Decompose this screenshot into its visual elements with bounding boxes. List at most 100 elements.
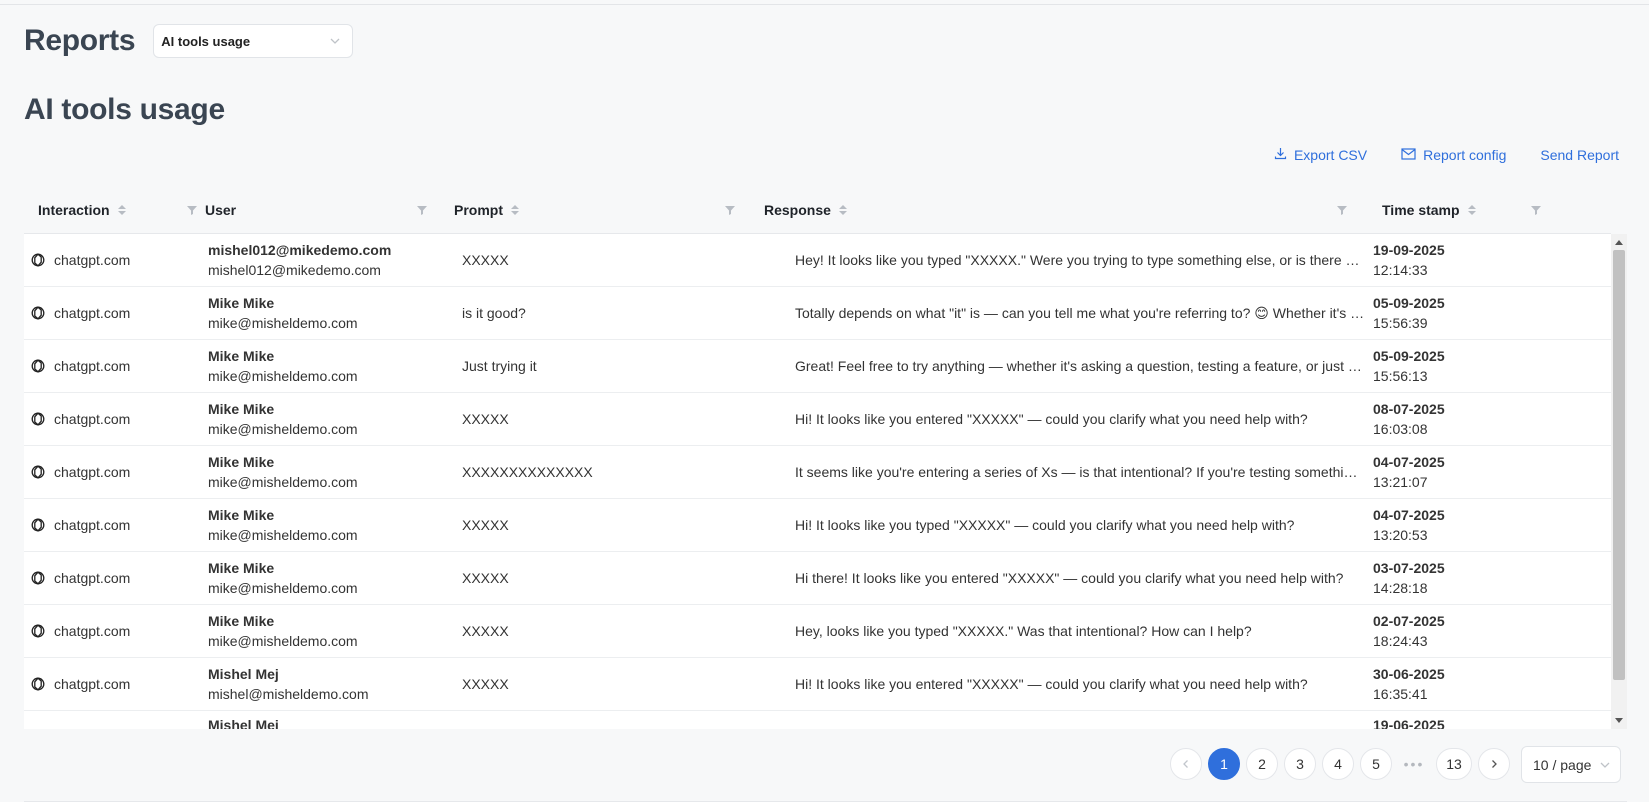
report-type-select[interactable]: AI tools usage — [153, 24, 354, 58]
interaction-cell: chatgpt.com — [24, 393, 208, 445]
openai-icon — [30, 411, 46, 427]
sort-icon[interactable] — [117, 204, 126, 215]
pagination-ellipsis[interactable]: ••• — [1398, 748, 1430, 780]
table-header: Interaction User Prompt Response Time st… — [24, 185, 1611, 234]
table-scrollbar[interactable] — [1611, 234, 1627, 729]
user-name: Mike Mike — [208, 454, 275, 470]
prompt-text: XXXXXXXXXXXXXX — [462, 464, 593, 480]
timestamp-cell: 05-09-2025 15:56:39 — [1373, 287, 1611, 339]
filter-icon[interactable] — [1530, 203, 1542, 215]
sort-icon[interactable] — [511, 204, 519, 215]
table-row[interactable]: chatgpt.com Mike Mike mike@misheldemo.com X… — [24, 552, 1611, 605]
user-name: mishel012@mikedemo.com — [208, 242, 392, 258]
interaction-cell: chatgpt.com — [24, 287, 208, 339]
openai-icon — [30, 517, 46, 533]
prev-page-button[interactable] — [1170, 748, 1202, 780]
user-cell: Mishel Mej mishel@misheldemo.com — [208, 658, 462, 710]
interaction-text: chatgpt.com — [54, 676, 131, 692]
timestamp-time: 13:20:53 — [1373, 527, 1428, 543]
openai-icon — [30, 570, 46, 586]
scroll-up-arrow-icon[interactable] — [1615, 240, 1623, 245]
interaction-text: chatgpt.com — [54, 623, 131, 639]
timestamp-time: 18:24:43 — [1373, 633, 1428, 649]
user-cell: mishel012@mikedemo.com mishel012@mikedemo… — [208, 234, 462, 286]
send-report-label: Send Report — [1540, 147, 1619, 163]
table-row[interactable]: chatgpt.com Mike Mike mike@misheldemo.com J… — [24, 340, 1611, 393]
sort-icon[interactable] — [838, 204, 847, 215]
table-row[interactable]: chatgpt.com Mike Mike mike@misheldemo.com i… — [24, 287, 1611, 340]
filter-icon[interactable] — [416, 203, 428, 215]
page-button-13[interactable]: 13 — [1436, 748, 1472, 780]
column-header-user[interactable]: User — [194, 185, 434, 234]
scroll-down-arrow-icon[interactable] — [1615, 718, 1623, 723]
timestamp-cell: 02-07-2025 18:24:43 — [1373, 605, 1611, 657]
prompt-cell: XXXXX — [462, 605, 795, 657]
column-header-prompt[interactable]: Prompt — [434, 185, 744, 234]
table-row[interactable]: Mishel Mej 19-06-2025 — [24, 711, 1611, 729]
user-email: mike@misheldemo.com — [208, 527, 358, 543]
user-name: Mike Mike — [208, 348, 275, 364]
sort-icon[interactable] — [1467, 204, 1476, 215]
page-button-3[interactable]: 3 — [1284, 748, 1316, 780]
openai-icon — [30, 623, 46, 639]
page-button-2[interactable]: 2 — [1246, 748, 1278, 780]
column-header-response[interactable]: Response — [744, 185, 1364, 234]
response-text: Hey, looks like you typed "XXXXX." Was t… — [795, 623, 1252, 639]
response-cell: Hi! It looks like you entered "XXXXX" — … — [795, 658, 1373, 710]
filter-icon[interactable] — [724, 203, 736, 215]
response-text: Totally depends on what "it" is — can yo… — [795, 304, 1365, 321]
user-cell: Mike Mike mike@misheldemo.com — [208, 552, 462, 604]
column-header-timestamp[interactable]: Time stamp — [1364, 185, 1611, 234]
timestamp-time: 16:03:08 — [1373, 421, 1428, 437]
user-name: Mike Mike — [208, 401, 275, 417]
table-row[interactable]: chatgpt.com Mike Mike mike@misheldemo.com X… — [24, 499, 1611, 552]
prompt-cell: XXXXXXXXXXXXXX — [462, 446, 795, 498]
timestamp-cell: 19-06-2025 — [1373, 711, 1611, 729]
interaction-text: chatgpt.com — [54, 252, 131, 268]
prompt-cell: XXXXX — [462, 393, 795, 445]
user-name: Mike Mike — [208, 560, 275, 576]
response-text: Hey! It looks like you typed "XXXXX." We… — [795, 252, 1365, 268]
timestamp-time: 16:35:41 — [1373, 686, 1428, 702]
column-header-interaction[interactable]: Interaction — [24, 185, 197, 234]
send-report-button[interactable]: Send Report — [1540, 147, 1619, 163]
interaction-text: chatgpt.com — [54, 411, 131, 427]
interaction-text: chatgpt.com — [54, 464, 131, 480]
timestamp-time: 13:21:07 — [1373, 474, 1428, 490]
openai-icon — [30, 464, 46, 480]
user-cell: Mike Mike mike@misheldemo.com — [208, 393, 462, 445]
openai-icon — [30, 358, 46, 374]
page-button-4[interactable]: 4 — [1322, 748, 1354, 780]
table-row[interactable]: chatgpt.com Mike Mike mike@misheldemo.com X… — [24, 446, 1611, 499]
timestamp-date: 30-06-2025 — [1373, 666, 1445, 682]
next-page-button[interactable] — [1478, 748, 1510, 780]
page-header: Reports AI tools usage — [24, 19, 354, 63]
interaction-cell: chatgpt.com — [24, 340, 208, 392]
export-csv-button[interactable]: Export CSV — [1274, 147, 1367, 163]
interaction-cell: chatgpt.com — [24, 658, 208, 710]
response-cell: Hi there! It looks like you entered "XXX… — [795, 552, 1373, 604]
user-name: Mike Mike — [208, 613, 275, 629]
table-row[interactable]: chatgpt.com Mishel Mej mishel@misheldemo.c… — [24, 658, 1611, 711]
table-row[interactable]: chatgpt.com Mike Mike mike@misheldemo.com X… — [24, 605, 1611, 658]
page-button-1[interactable]: 1 — [1208, 748, 1240, 780]
report-config-button[interactable]: Report config — [1401, 147, 1506, 163]
user-cell: Mike Mike mike@misheldemo.com — [208, 605, 462, 657]
prompt-text: XXXXX — [462, 517, 509, 533]
scrollbar-thumb[interactable] — [1613, 250, 1625, 680]
table-row[interactable]: chatgpt.com Mike Mike mike@misheldemo.com X… — [24, 393, 1611, 446]
page-button-5[interactable]: 5 — [1360, 748, 1392, 780]
timestamp-cell: 19-09-2025 12:14:33 — [1373, 234, 1611, 286]
user-email: mishel@misheldemo.com — [208, 686, 369, 702]
mail-icon — [1401, 147, 1416, 163]
column-label-user: User — [205, 201, 237, 218]
page-size-select[interactable]: 10 / page — [1521, 746, 1621, 783]
filter-icon[interactable] — [1336, 203, 1348, 215]
timestamp-cell: 04-07-2025 13:20:53 — [1373, 499, 1611, 551]
export-csv-label: Export CSV — [1293, 147, 1368, 163]
column-label-response: Response — [764, 201, 831, 218]
openai-icon — [30, 252, 46, 268]
openai-icon — [30, 676, 46, 692]
table-row[interactable]: chatgpt.com mishel012@mikedemo.com mishel0… — [24, 234, 1611, 287]
pagination: 1 2 3 4 5 ••• 13 — [1170, 747, 1510, 781]
